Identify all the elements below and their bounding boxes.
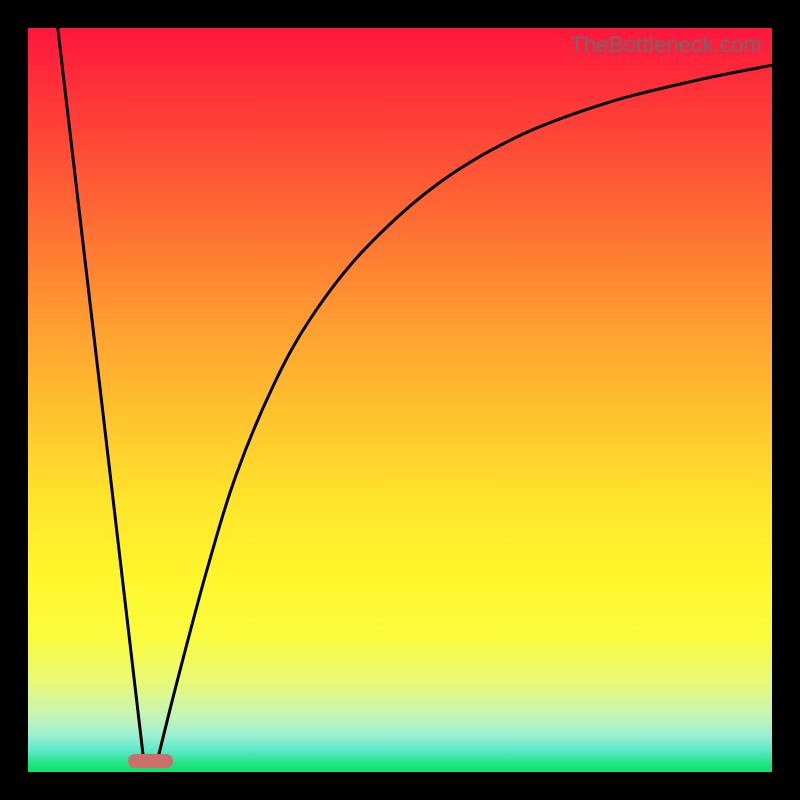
curve-layer <box>28 28 772 772</box>
left-descent-path <box>58 28 144 757</box>
chart-frame: TheBottleneck.com <box>0 0 800 800</box>
plot-area: TheBottleneck.com <box>28 28 772 772</box>
right-curve-path <box>158 65 772 757</box>
bottleneck-marker <box>128 754 173 768</box>
